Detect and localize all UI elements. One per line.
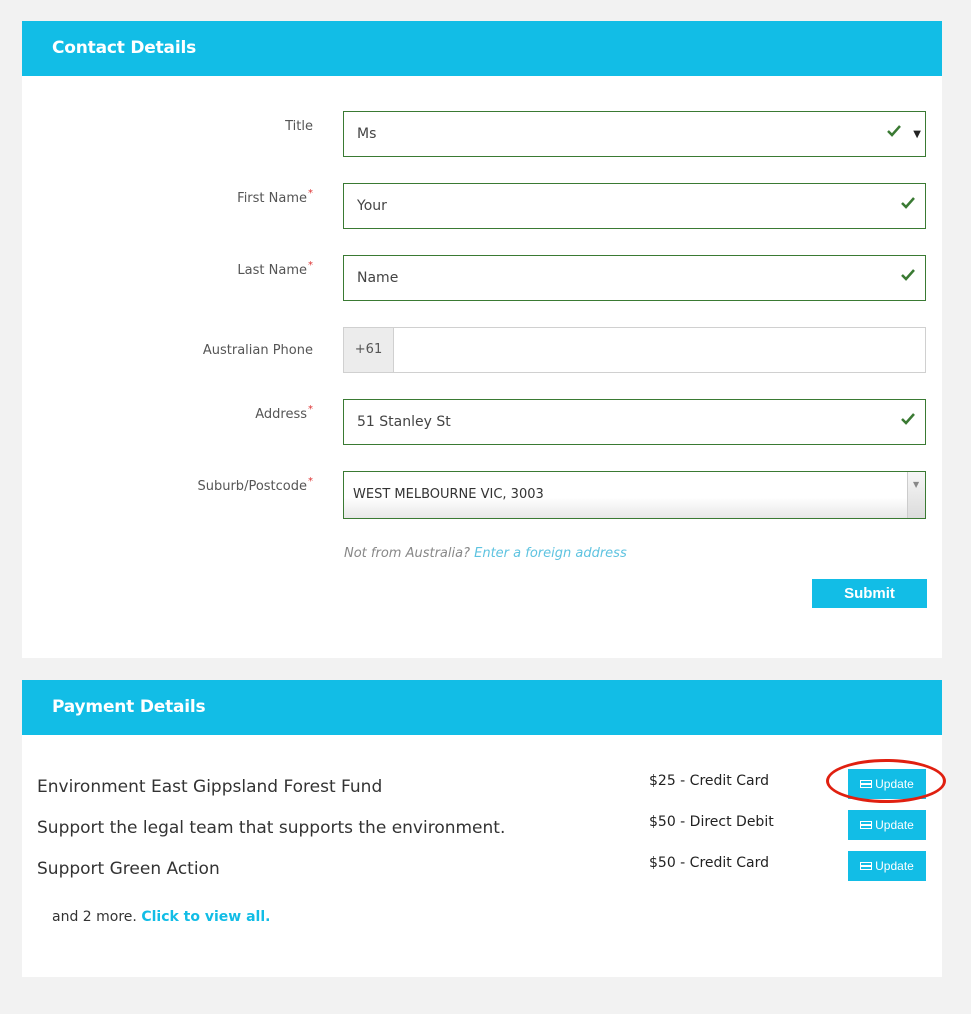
payment-row: Environment East Gippsland Forest Fund $…	[22, 769, 942, 810]
payment-details-panel: Payment Details Environment East Gippsla…	[22, 680, 942, 977]
phone-row: Australian Phone +61	[22, 327, 942, 373]
check-icon	[901, 268, 915, 282]
phone-field[interactable]: +61	[343, 327, 926, 373]
check-icon	[901, 196, 915, 210]
more-payments: and 2 more. Click to view all.	[52, 909, 271, 925]
last-name-row: Last Name* Name	[22, 255, 942, 301]
update-button[interactable]: Update	[848, 769, 926, 799]
foreign-address-prompt: Not from Australia? Enter a foreign addr…	[344, 546, 627, 561]
update-button[interactable]: Update	[848, 851, 926, 881]
last-name-label: Last Name*	[237, 260, 313, 278]
payment-row: Support the legal team that supports the…	[22, 810, 942, 851]
check-icon	[887, 124, 901, 138]
last-name-field[interactable]: Name	[343, 255, 926, 301]
address-value: 51 Stanley St	[357, 414, 451, 430]
payment-row: Support Green Action $50 - Credit Card U…	[22, 851, 942, 892]
foreign-address-link[interactable]: Enter a foreign address	[474, 546, 627, 561]
phone-prefix: +61	[344, 328, 394, 372]
payment-amount: $50 - Direct Debit	[649, 814, 774, 830]
suburb-row: Suburb/Postcode* WEST MELBOURNE VIC, 300…	[22, 471, 942, 519]
payment-amount: $25 - Credit Card	[649, 773, 769, 789]
address-label: Address*	[255, 404, 313, 422]
address-row: Address* 51 Stanley St	[22, 399, 942, 445]
payment-details-header: Payment Details	[22, 680, 942, 735]
first-name-label: First Name*	[237, 188, 313, 206]
fund-name: Environment East Gippsland Forest Fund	[37, 777, 383, 797]
card-icon	[860, 821, 873, 829]
title-row: Title Ms ▼	[22, 111, 942, 157]
title-select[interactable]: Ms ▼	[343, 111, 926, 157]
first-name-row: First Name* Your	[22, 183, 942, 229]
dropdown-caret-icon: ▼	[913, 480, 920, 489]
submit-button[interactable]: Submit	[812, 579, 927, 608]
title-value: Ms	[357, 126, 377, 142]
contact-details-header: Contact Details	[22, 21, 942, 76]
suburb-dropdown-toggle[interactable]: ▼	[907, 472, 925, 518]
dropdown-caret-icon: ▼	[913, 129, 921, 140]
contact-details-panel: Contact Details Title Ms ▼ First Name* Y…	[22, 21, 942, 658]
fund-name: Support Green Action	[37, 859, 220, 879]
view-all-link[interactable]: Click to view all.	[141, 909, 270, 925]
card-icon	[860, 862, 873, 870]
first-name-value: Your	[357, 198, 387, 214]
payment-amount: $50 - Credit Card	[649, 855, 769, 871]
title-label: Title	[285, 119, 313, 134]
last-name-value: Name	[357, 270, 399, 286]
card-icon	[860, 780, 873, 788]
suburb-label: Suburb/Postcode*	[197, 476, 313, 494]
fund-name: Support the legal team that supports the…	[37, 818, 506, 838]
address-field[interactable]: 51 Stanley St	[343, 399, 926, 445]
update-button[interactable]: Update	[848, 810, 926, 840]
suburb-value: WEST MELBOURNE VIC, 3003	[353, 487, 544, 502]
suburb-select[interactable]: WEST MELBOURNE VIC, 3003 ▼	[343, 471, 926, 519]
phone-label: Australian Phone	[202, 343, 313, 358]
check-icon	[901, 412, 915, 426]
first-name-field[interactable]: Your	[343, 183, 926, 229]
